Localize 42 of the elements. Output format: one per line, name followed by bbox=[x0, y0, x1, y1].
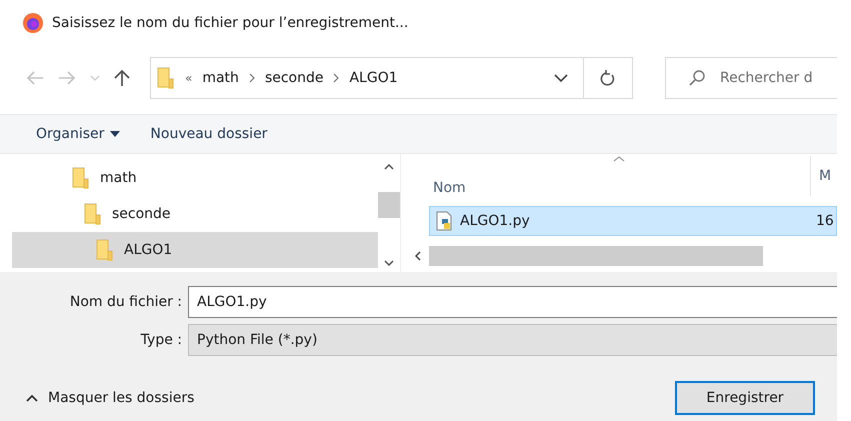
browser-logo-icon bbox=[22, 12, 44, 34]
table-cell: 16 bbox=[816, 213, 834, 229]
column-header[interactable]: Nom bbox=[401, 180, 810, 196]
scrollbar-thumb[interactable] bbox=[429, 246, 763, 266]
file-row[interactable]: ALGO1.py 16 bbox=[429, 206, 837, 236]
tree-item[interactable]: ALGO1 bbox=[12, 232, 378, 268]
field-label: Type : bbox=[140, 332, 183, 348]
chevron-right-icon bbox=[333, 72, 340, 82]
breadcrumb[interactable]: ALGO1 bbox=[349, 70, 398, 86]
scroll-up-icon[interactable] bbox=[384, 164, 394, 170]
up-arrow-icon[interactable] bbox=[114, 68, 130, 86]
scroll-down-icon[interactable] bbox=[384, 260, 394, 266]
organize-menu[interactable]: Organiser bbox=[36, 126, 120, 142]
filename-field[interactable]: ALGO1.py bbox=[188, 286, 837, 318]
field-label: Nom du fichier : bbox=[68, 294, 183, 310]
save-button[interactable]: Enregistrer bbox=[675, 381, 815, 415]
breadcrumb[interactable]: seconde bbox=[264, 70, 324, 86]
folder-icon bbox=[96, 239, 114, 261]
tree-item[interactable]: seconde bbox=[12, 196, 378, 232]
scrollbar-thumb[interactable] bbox=[378, 192, 400, 218]
refresh-icon[interactable] bbox=[600, 68, 616, 86]
folder-icon bbox=[157, 66, 175, 88]
new-folder-button[interactable]: Nouveau dossier bbox=[150, 126, 268, 142]
column-header[interactable]: M bbox=[810, 156, 832, 196]
file-type-dropdown[interactable]: Python File (*.py) bbox=[188, 324, 837, 356]
python-file-icon bbox=[436, 211, 454, 231]
folder-icon bbox=[84, 203, 102, 225]
caret-icon bbox=[110, 131, 120, 137]
chevron-up-icon bbox=[26, 394, 38, 402]
scroll-left-icon[interactable] bbox=[415, 251, 421, 261]
overflow-marker[interactable]: « bbox=[185, 70, 192, 84]
chevron-right-icon bbox=[248, 72, 255, 82]
sort-ascending-icon bbox=[613, 156, 625, 162]
tree-item[interactable]: math bbox=[12, 160, 378, 196]
chevron-down-icon[interactable] bbox=[554, 74, 568, 82]
file-name: ALGO1.py bbox=[460, 213, 530, 229]
search-icon bbox=[688, 68, 706, 86]
window-title: Saisissez le nom du fichier pour l’enregistrement... bbox=[52, 14, 408, 30]
folder-icon bbox=[72, 167, 90, 189]
search-field[interactable]: Rechercher d bbox=[665, 56, 837, 98]
hide-folders-toggle[interactable]: Masquer les dossiers bbox=[26, 390, 194, 406]
breadcrumb[interactable]: math bbox=[202, 70, 239, 86]
